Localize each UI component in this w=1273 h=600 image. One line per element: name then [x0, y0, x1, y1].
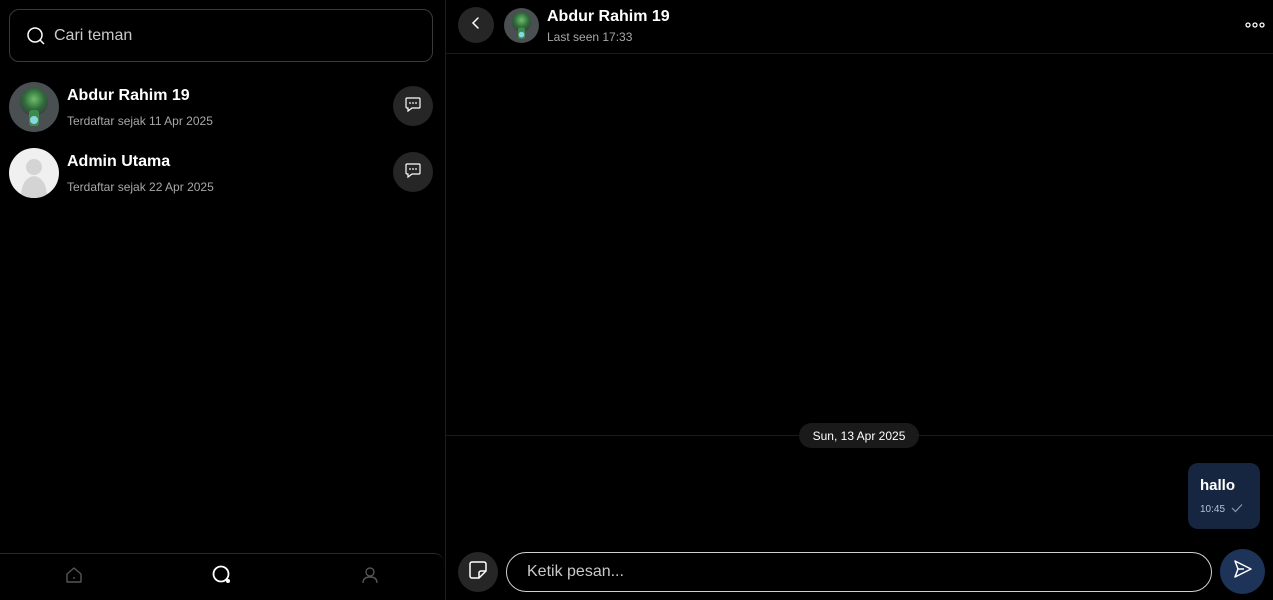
send-icon [1232, 558, 1254, 585]
search-icon [26, 26, 46, 46]
contact-subtitle: Terdaftar sejak 11 Apr 2025 [67, 114, 213, 128]
chat-search-icon [211, 564, 233, 591]
message-text: hallo [1200, 477, 1236, 494]
checkmark-icon [1231, 500, 1243, 518]
nav-home[interactable] [0, 554, 148, 600]
open-chat-button[interactable] [393, 152, 433, 192]
contact-name: Admin Utama [67, 153, 171, 170]
more-dots-icon [1245, 16, 1265, 34]
bottom-nav [0, 553, 444, 600]
search-box[interactable] [9, 9, 433, 62]
home-icon [64, 565, 84, 590]
chat-contact-name: Abdur Rahim 19 [547, 8, 670, 25]
contacts-panel: Abdur Rahim 19 Terdaftar sejak 11 Apr 20… [0, 0, 445, 600]
contact-item[interactable]: Admin Utama Terdaftar sejak 22 Apr 2025 [9, 148, 433, 200]
date-divider: Sun, 13 Apr 2025 [799, 423, 919, 448]
chat-avatar[interactable] [504, 8, 539, 43]
contact-name: Abdur Rahim 19 [67, 87, 190, 104]
send-button[interactable] [1220, 549, 1265, 594]
nav-profile[interactable] [296, 554, 444, 600]
chevron-left-icon [469, 16, 483, 35]
chat-header: Abdur Rahim 19 Last seen 17:33 [446, 0, 1273, 54]
back-button[interactable] [458, 7, 494, 43]
message-meta: 10:45 [1200, 500, 1260, 518]
nav-chats[interactable] [148, 554, 296, 600]
message-input[interactable] [527, 563, 1187, 581]
contact-item[interactable]: Abdur Rahim 19 Terdaftar sejak 11 Apr 20… [9, 82, 433, 134]
more-options-button[interactable] [1245, 18, 1265, 32]
open-chat-button[interactable] [393, 86, 433, 126]
search-input[interactable] [54, 26, 414, 45]
avatar-placeholder [9, 148, 59, 198]
avatar [9, 82, 59, 132]
sticker-icon [468, 560, 488, 585]
contact-subtitle: Terdaftar sejak 22 Apr 2025 [67, 180, 214, 194]
chat-app: Abdur Rahim 19 Terdaftar sejak 11 Apr 20… [0, 0, 1273, 600]
message-input-box[interactable] [506, 552, 1212, 592]
profile-icon [360, 565, 380, 590]
sticker-button[interactable] [458, 552, 498, 592]
chat-bubble-icon [404, 161, 422, 184]
chat-panel: Abdur Rahim 19 Last seen 17:33 Sun, 13 A… [446, 0, 1273, 600]
last-seen-status: Last seen 17:33 [547, 30, 633, 44]
message-time: 10:45 [1200, 503, 1226, 515]
chat-bubble-icon [404, 95, 422, 118]
message-bubble-outgoing[interactable]: hallo 10:45 [1188, 463, 1260, 529]
